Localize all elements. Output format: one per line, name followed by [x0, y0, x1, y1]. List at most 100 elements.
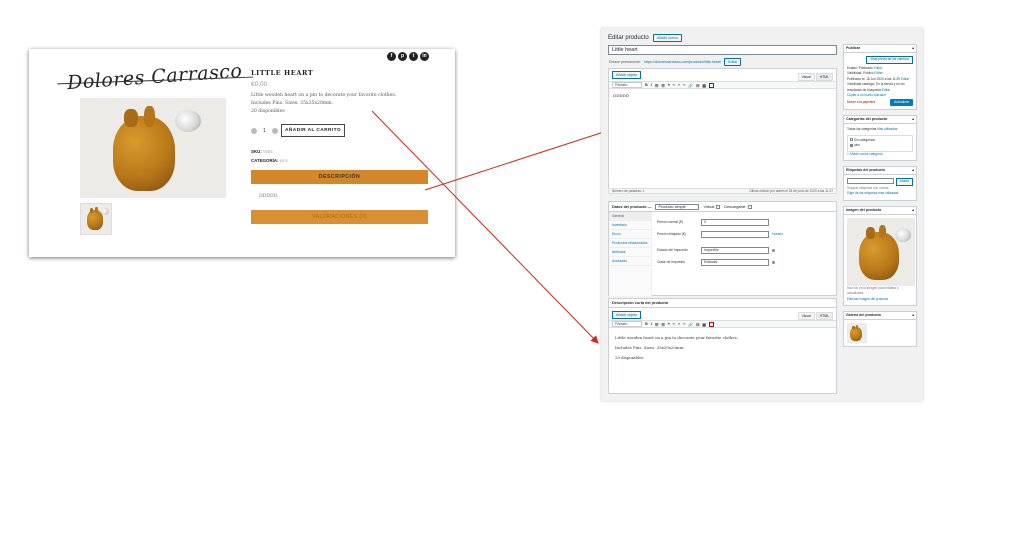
italic-icon[interactable]: I: [651, 83, 652, 87]
tab-most-used[interactable]: Más utilizadas: [877, 127, 897, 131]
pd-tab-attributes[interactable]: Atributos: [609, 248, 651, 257]
product-image-box: Imagen del producto ▴ Haz clic en la imag…: [843, 205, 917, 306]
regular-price-input[interactable]: 0: [701, 218, 769, 226]
woocommerce-shortcode-icon[interactable]: [708, 82, 714, 88]
bold-icon[interactable]: B: [645, 322, 648, 326]
minus-icon[interactable]: [251, 128, 257, 134]
read-more-icon[interactable]: ⊟: [696, 322, 699, 327]
toggle-icon[interactable]: ▴: [912, 207, 914, 214]
product-photo[interactable]: [80, 98, 226, 198]
blockquote-icon[interactable]: ❝: [668, 83, 670, 88]
toolbar-toggle-icon[interactable]: ▦: [702, 83, 706, 88]
admin-screenshot: Editar producto Añadir nuevo Little hear…: [601, 28, 923, 401]
edit-catalog-link[interactable]: Editar: [882, 88, 890, 92]
format-select[interactable]: Párrafo: [612, 82, 642, 88]
tab-html[interactable]: HTML: [815, 312, 833, 320]
toggle-icon[interactable]: ▴: [912, 312, 914, 319]
add-media-button[interactable]: Añadir objeto: [612, 311, 642, 319]
link-icon[interactable]: 🔗: [688, 322, 693, 327]
align-right-icon[interactable]: ≡: [683, 322, 685, 326]
add-tag-button[interactable]: Añadir: [895, 178, 913, 186]
product-image[interactable]: [847, 217, 915, 286]
toolbar-toggle-icon[interactable]: ▦: [702, 322, 706, 327]
align-right-icon[interactable]: ≡: [683, 83, 685, 87]
schedule-link[interactable]: Horario: [772, 232, 783, 236]
editor-toolbar: Párrafo B I ☰ ☰ ❝ ≡ ≡ ≡ 🔗 ⊟ ▦: [609, 320, 836, 328]
linkedin-icon[interactable]: in: [420, 52, 429, 61]
gallery-image[interactable]: [847, 323, 867, 343]
preview-changes-button[interactable]: Vista previa de los cambios: [866, 56, 913, 64]
remove-image-link[interactable]: Eliminar imagen del producto: [847, 297, 913, 303]
category-item[interactable]: pins: [850, 143, 910, 149]
editor-content[interactable]: DDDDD: [613, 93, 629, 98]
product-data-box: Datos del producto — Producto simple Vir…: [608, 201, 837, 296]
tab-html[interactable]: HTML: [815, 73, 833, 81]
pd-tab-advanced[interactable]: Avanzado: [609, 257, 651, 266]
product-name-input[interactable]: Little heart: [608, 45, 837, 55]
align-center-icon[interactable]: ≡: [678, 322, 680, 326]
quantity-value[interactable]: 1: [263, 128, 266, 134]
toggle-icon[interactable]: ▴: [912, 167, 914, 174]
tax-class-select[interactable]: Estándar: [701, 258, 769, 266]
tax-status-select[interactable]: Imponible: [701, 246, 769, 254]
permalink-edit-button[interactable]: Editar: [724, 58, 742, 66]
choose-tags-link[interactable]: Elige de las etiquetas más utilizadas: [847, 191, 913, 197]
toggle-icon[interactable]: ▴: [912, 45, 914, 52]
update-button[interactable]: Actualizar: [890, 98, 913, 106]
blockquote-icon[interactable]: ❝: [668, 322, 670, 327]
link-icon[interactable]: 🔗: [688, 83, 693, 88]
align-left-icon[interactable]: ≡: [673, 83, 675, 87]
edit-status-link[interactable]: Editar: [874, 66, 882, 70]
woocommerce-shortcode-icon[interactable]: [708, 321, 714, 327]
add-new-button[interactable]: Añadir nuevo: [652, 34, 682, 42]
facebook-icon[interactable]: f: [387, 52, 396, 61]
pd-tab-inventory[interactable]: Inventario: [609, 221, 651, 230]
pd-tab-linked-products[interactable]: Productos relacionados: [609, 239, 651, 248]
product-image-title: Imagen del producto: [846, 207, 882, 212]
toggle-icon[interactable]: ▴: [912, 116, 914, 123]
permalink-url[interactable]: https://dolorescarrasco.com/producto/lit…: [644, 60, 721, 64]
bullet-list-icon[interactable]: ☰: [655, 83, 658, 88]
short-description-content[interactable]: Little wooden heart on a pin to decorate…: [615, 333, 738, 363]
add-category-link[interactable]: + Añadir nueva categoría: [847, 152, 913, 158]
trash-link[interactable]: Mover a la papelera: [847, 100, 875, 106]
align-center-icon[interactable]: ≡: [678, 83, 680, 87]
add-to-cart-button[interactable]: AÑADIR AL CARRITO: [281, 124, 345, 137]
pd-tab-shipping[interactable]: Envío: [609, 230, 651, 239]
align-left-icon[interactable]: ≡: [673, 322, 675, 326]
downloadable-checkbox[interactable]: Descargable:: [724, 204, 752, 209]
twitter-icon[interactable]: t: [409, 52, 418, 61]
bullet-list-icon[interactable]: ☰: [655, 322, 658, 327]
numbered-list-icon[interactable]: ☰: [661, 83, 664, 88]
sku-label: SKU:: [251, 149, 262, 154]
store-logo[interactable]: Dolores Carrasco: [66, 60, 243, 94]
tab-description[interactable]: DESCRIPCIÓN: [251, 170, 428, 184]
tab-visual[interactable]: Visual: [797, 73, 815, 81]
tab-all-categories[interactable]: Todas las categorías: [847, 127, 876, 131]
tag-input[interactable]: [847, 178, 894, 184]
category-link[interactable]: pins: [280, 158, 288, 163]
edit-date-link[interactable]: Editar: [901, 77, 909, 81]
numbered-list-icon[interactable]: ☰: [661, 322, 664, 327]
product-type-select[interactable]: Producto simple: [655, 203, 700, 210]
tab-reviews[interactable]: VALORACIONES (0): [251, 210, 428, 224]
read-more-icon[interactable]: ⊟: [696, 83, 699, 88]
bold-icon[interactable]: B: [645, 83, 648, 87]
short-description-line: Includes Pins. Sizes: 35x35x20mm.: [615, 345, 685, 350]
pd-tab-general[interactable]: General: [609, 212, 651, 221]
admin-sidebar: Publicar ▴ Vista previa de los cambios Es…: [843, 44, 917, 352]
quantity-stepper[interactable]: 1: [251, 128, 278, 134]
sale-price-input[interactable]: [701, 230, 769, 238]
publish-box: Publicar ▴ Vista previa de los cambios Es…: [843, 44, 917, 110]
plus-icon[interactable]: [271, 128, 278, 134]
virtual-checkbox[interactable]: Virtual:: [703, 204, 721, 209]
pinterest-icon[interactable]: p: [398, 52, 407, 61]
add-media-button[interactable]: Añadir objeto: [612, 71, 642, 79]
product-data-tabs: General Inventario Envío Productos relac…: [609, 212, 652, 296]
product-thumbnail[interactable]: [80, 203, 112, 235]
heart-pin-thumb: [850, 325, 862, 341]
tab-visual[interactable]: Visual: [797, 312, 815, 320]
edit-visibility-link[interactable]: Editar: [874, 71, 882, 75]
italic-icon[interactable]: I: [651, 322, 652, 326]
format-select[interactable]: Párrafo: [612, 321, 642, 327]
